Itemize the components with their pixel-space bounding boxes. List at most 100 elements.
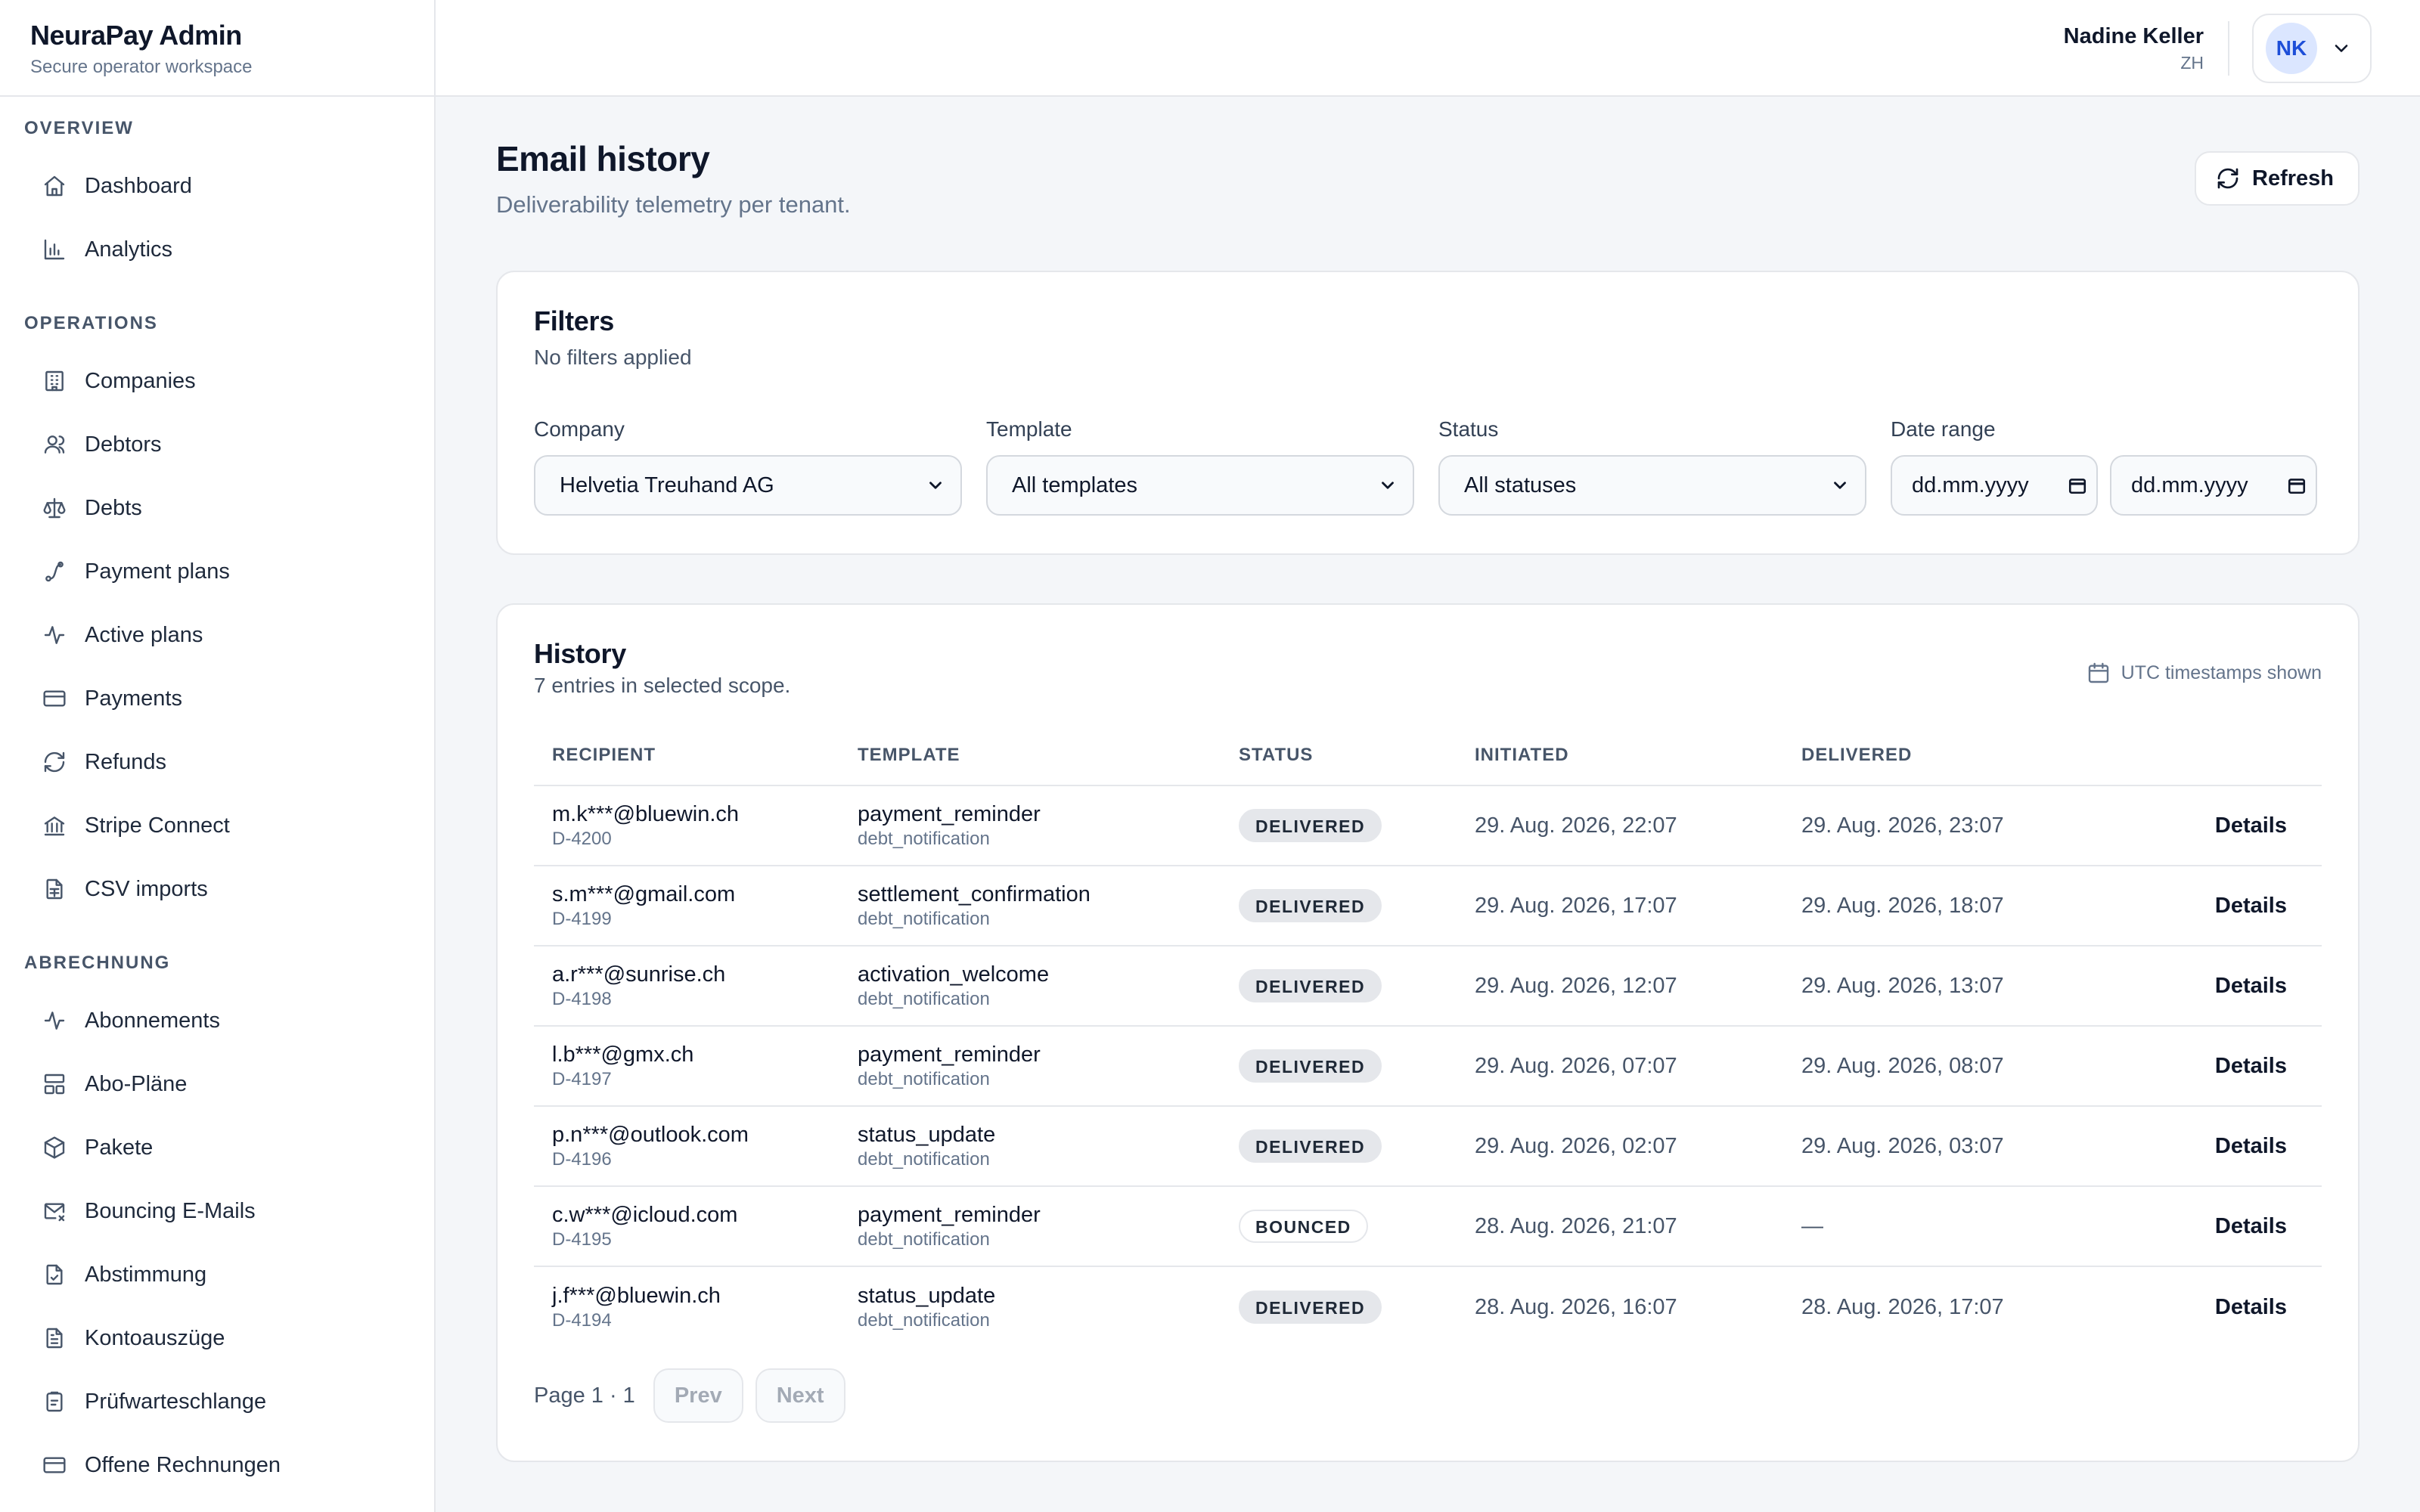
chevron-down-icon [1382, 482, 1394, 489]
filters-card: Filters No filters applied Company Helve… [496, 271, 2360, 555]
sidebar-item-debtors[interactable]: Debtors [0, 413, 434, 476]
template-cell: activation_welcome debt_notification [858, 961, 1239, 1011]
date-range-filter: Date range dd.mm.yyyy dd.mm.yyyy [1891, 416, 2319, 516]
page-title: Email history [496, 139, 710, 178]
sidebar-item-pakete[interactable]: Pakete [0, 1116, 434, 1179]
details-button[interactable]: Details [2215, 813, 2287, 838]
next-page-button[interactable]: Next [755, 1368, 845, 1423]
details-button[interactable]: Details [2215, 1054, 2287, 1078]
history-count: 7 entries in selected scope. [534, 674, 791, 697]
bar-chart-icon [42, 237, 67, 262]
template-category: debt_notification [858, 1310, 990, 1331]
sidebar-item-payments[interactable]: Payments [0, 667, 434, 730]
column-header-initiated[interactable]: Initiated [1475, 745, 1801, 766]
sidebar-item-refunds[interactable]: Refunds [0, 730, 434, 794]
nav-section-overview: Overview [24, 118, 134, 138]
company-filter-label: Company [534, 417, 625, 441]
sidebar-item-active-plans[interactable]: Active plans [0, 603, 434, 667]
sidebar-item-abo-plane[interactable]: Abo-Pläne [0, 1052, 434, 1116]
sidebar-item-label: Stripe Connect [85, 813, 230, 838]
sidebar-item-companies[interactable]: Companies [0, 349, 434, 413]
utc-note-text: UTC timestamps shown [2121, 662, 2322, 683]
template-category: debt_notification [858, 1149, 990, 1170]
recipient-email: c.w***@icloud.com [552, 1203, 738, 1227]
topbar-divider [2228, 21, 2229, 76]
delivered-timestamp: 29. Aug. 2026, 03:07 [1801, 1133, 2004, 1158]
column-header-recipient[interactable]: Recipient [534, 745, 858, 766]
status-cell: DELIVERED [1239, 809, 1475, 842]
template-cell: status_update debt_notification [858, 1282, 1239, 1332]
date-from-input[interactable]: dd.mm.yyyy [1891, 455, 2098, 516]
chevron-down-icon [929, 482, 942, 489]
calendar-icon [2288, 479, 2306, 494]
sidebar-item-bouncing-e-mails[interactable]: Bouncing E-Mails [0, 1179, 434, 1243]
sidebar-item-label: Abstimmung [85, 1262, 207, 1287]
sidebar-item-label: Payment plans [85, 559, 230, 584]
recipient-cell: m.k***@bluewin.ch D-4200 [534, 801, 858, 850]
column-header-delivered[interactable]: Delivered [1801, 745, 2089, 766]
status-badge: BOUNCED [1239, 1210, 1368, 1243]
details-button[interactable]: Details [2215, 1214, 2287, 1238]
details-button[interactable]: Details [2215, 1295, 2287, 1319]
details-button[interactable]: Details [2215, 894, 2287, 918]
page-subtitle: Deliverability telemetry per tenant. [496, 191, 851, 218]
template-cell: payment_reminder debt_notification [858, 801, 1239, 850]
file-check-icon [42, 1263, 67, 1287]
status-select[interactable]: All statuses [1438, 455, 1866, 516]
sidebar-item-stripe-connect[interactable]: Stripe Connect [0, 794, 434, 857]
sidebar-item-csv-imports[interactable]: CSV imports [0, 857, 434, 921]
delivered-timestamp: 29. Aug. 2026, 18:07 [1801, 893, 2004, 918]
initiated-timestamp: 28. Aug. 2026, 21:07 [1475, 1213, 1677, 1238]
sidebar-item-payment-plans[interactable]: Payment plans [0, 540, 434, 603]
sidebar-item-analytics[interactable]: Analytics [0, 218, 434, 281]
sidebar-item-debts[interactable]: Debts [0, 476, 434, 540]
mail-x-icon [42, 1199, 67, 1223]
column-header-status[interactable]: Status [1239, 745, 1475, 766]
template-select[interactable]: All templates [986, 455, 1414, 516]
sidebar-item-label: Companies [85, 368, 196, 393]
sidebar-item-abstimmung[interactable]: Abstimmung [0, 1243, 434, 1306]
status-badge: DELIVERED [1239, 1290, 1382, 1324]
sidebar-item-kontoauszuge[interactable]: Kontoauszüge [0, 1306, 434, 1370]
template-cell: status_update debt_notification [858, 1121, 1239, 1171]
sidebar-item-label: CSV imports [85, 876, 208, 901]
company-select[interactable]: Helvetia Treuhand AG [534, 455, 962, 516]
filters-summary: No filters applied [534, 345, 692, 369]
user-menu-button[interactable]: NK [2252, 14, 2372, 83]
initiated-timestamp: 29. Aug. 2026, 07:07 [1475, 1053, 1677, 1078]
template-category: debt_notification [858, 989, 990, 1009]
template-name: status_update [858, 1284, 996, 1308]
home-icon [42, 174, 67, 198]
sidebar-item-dashboard[interactable]: Dashboard [0, 154, 434, 218]
column-header-template[interactable]: Template [858, 745, 1239, 766]
main-content: Email history Deliverability telemetry p… [496, 97, 2360, 1462]
credit-card-icon [42, 686, 67, 711]
sidebar-item-offene-rechnungen[interactable]: Offene Rechnungen [0, 1433, 434, 1497]
date-from-placeholder: dd.mm.yyyy [1912, 472, 2029, 497]
template-name: payment_reminder [858, 1203, 1041, 1227]
activity-icon [42, 1009, 67, 1033]
date-to-input[interactable]: dd.mm.yyyy [2110, 455, 2317, 516]
actions-cell: Details [2089, 894, 2322, 919]
sidebar-item-label: Pakete [85, 1135, 154, 1160]
sidebar-item-prufwarteschlange[interactable]: Prüfwarteschlange [0, 1370, 434, 1433]
table-body: m.k***@bluewin.ch D-4200 payment_reminde… [534, 786, 2322, 1347]
table-row: a.r***@sunrise.ch D-4198 activation_welc… [534, 947, 2322, 1027]
details-button[interactable]: Details [2215, 1134, 2287, 1158]
template-filter: Template All templates [986, 416, 1414, 516]
table-row: m.k***@bluewin.ch D-4200 payment_reminde… [534, 786, 2322, 866]
details-button[interactable]: Details [2215, 974, 2287, 998]
refresh-button[interactable]: Refresh [2195, 151, 2360, 206]
prev-page-button[interactable]: Prev [653, 1368, 743, 1423]
chevron-down-icon [1834, 482, 1846, 489]
status-badge: DELIVERED [1239, 809, 1382, 842]
recipient-email: p.n***@outlook.com [552, 1123, 749, 1147]
template-cell: settlement_confirmation debt_notificatio… [858, 881, 1239, 931]
delivered-timestamp: — [1801, 1213, 1823, 1238]
sidebar-item-abonnements[interactable]: Abonnements [0, 989, 434, 1052]
template-cell: payment_reminder debt_notification [858, 1201, 1239, 1251]
scale-icon [42, 496, 67, 520]
calendar-icon [2088, 662, 2108, 683]
package-icon [42, 1136, 67, 1160]
template-name: status_update [858, 1123, 996, 1147]
